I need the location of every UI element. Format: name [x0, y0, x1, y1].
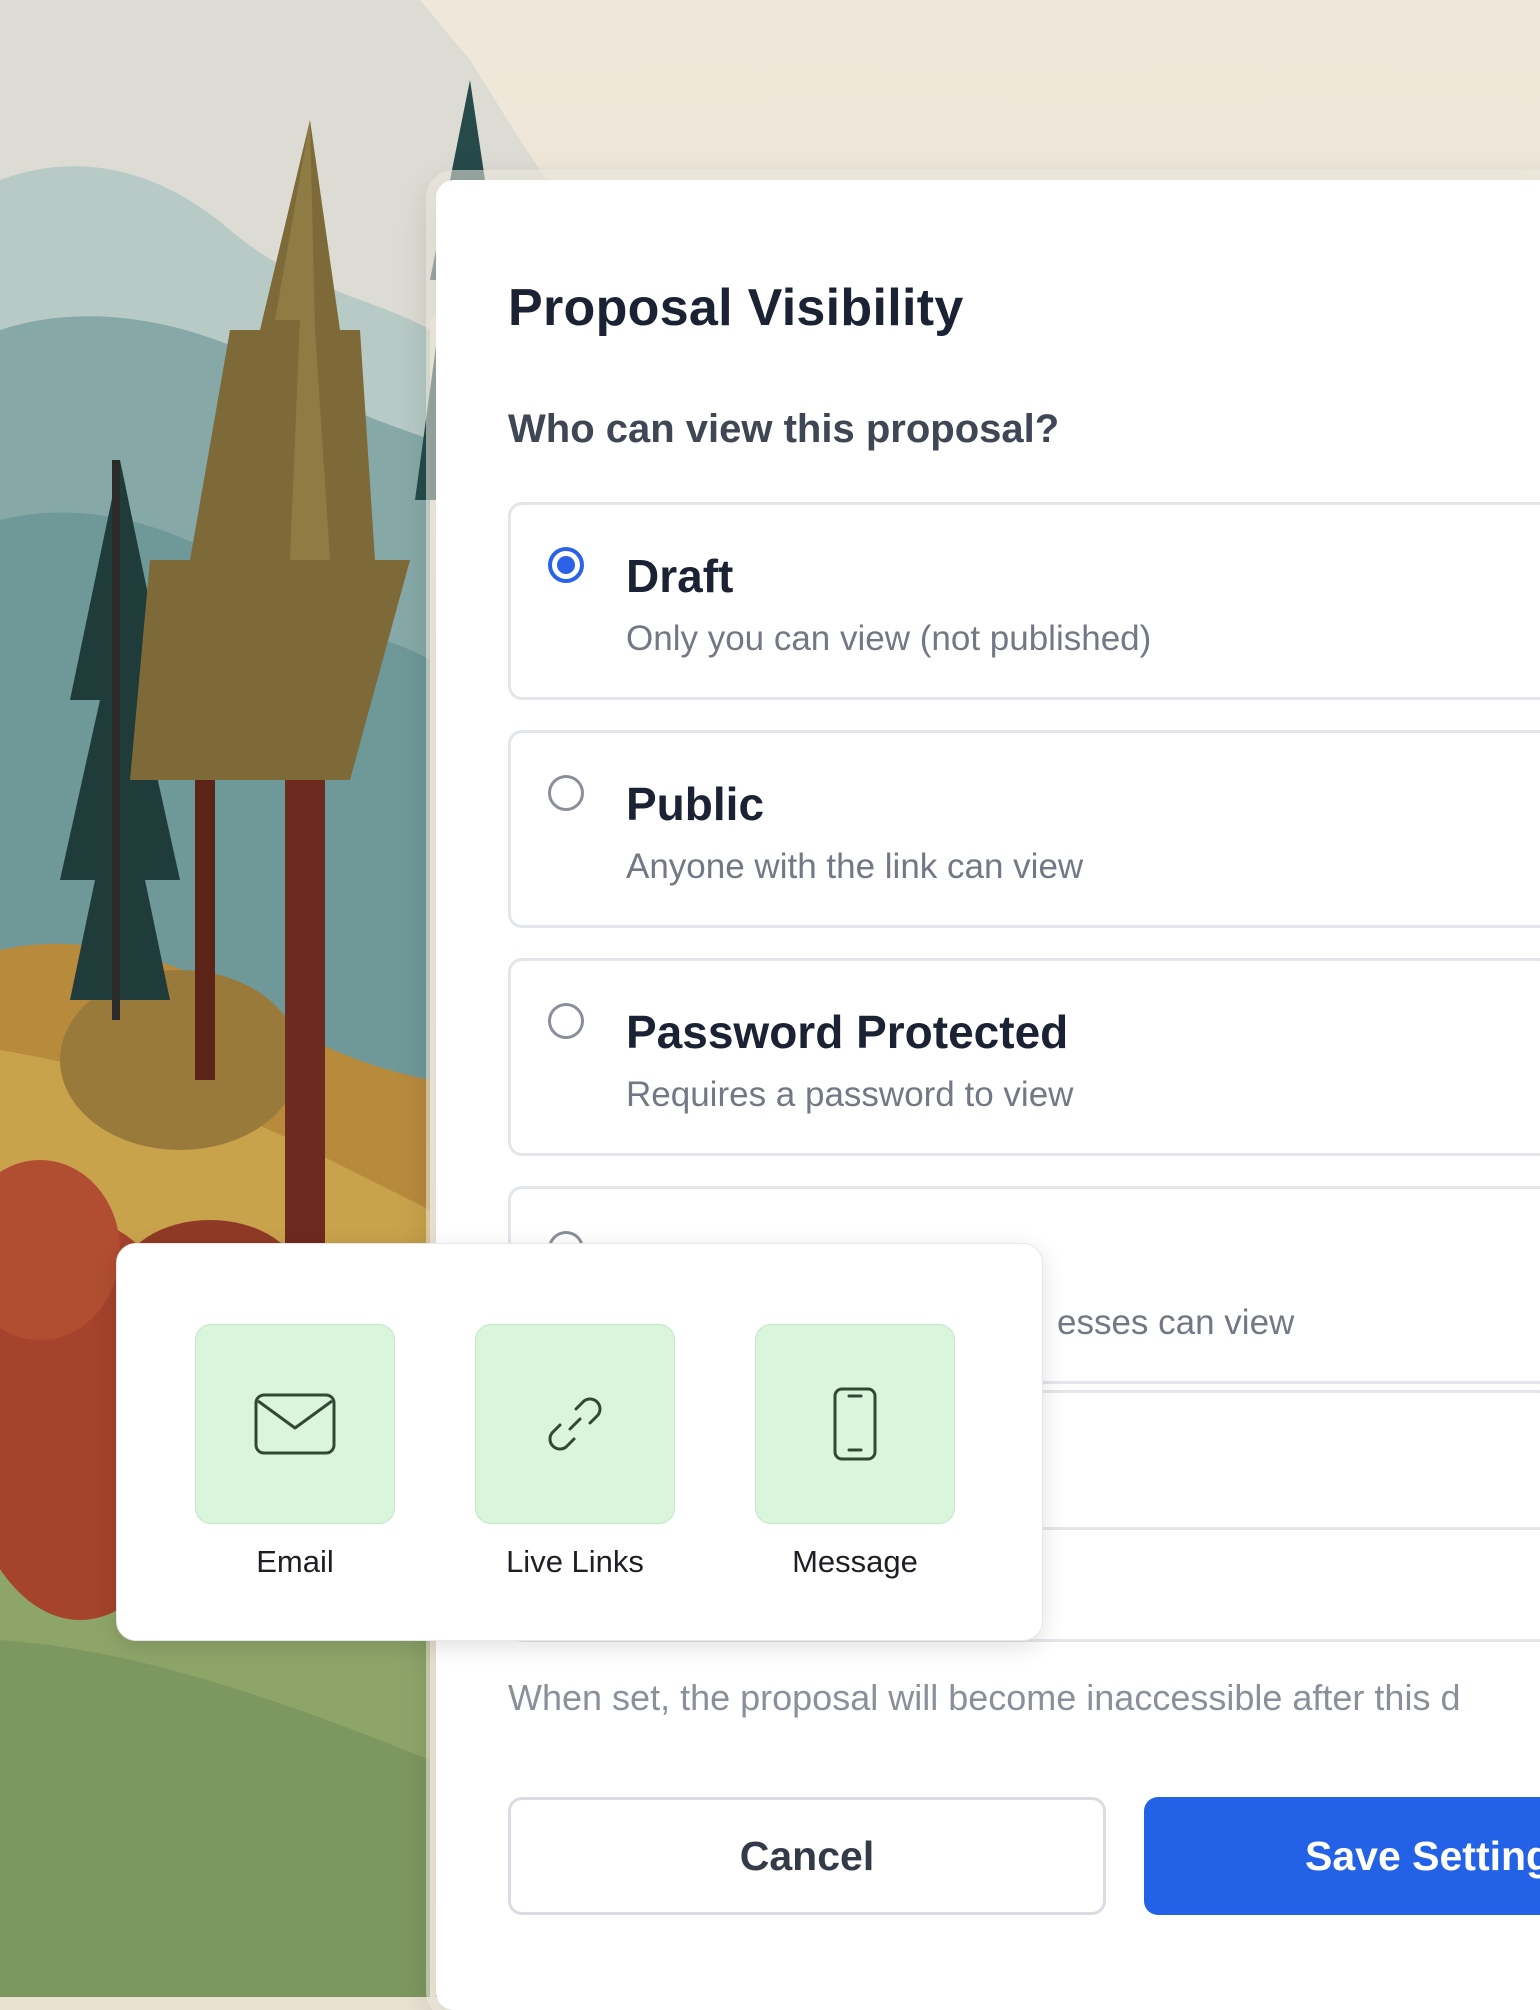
share-live-links-button[interactable]: Live Links: [475, 1324, 675, 1580]
cancel-button[interactable]: Cancel: [508, 1797, 1106, 1915]
option-title: Password Protected: [626, 1006, 1069, 1058]
visibility-question: Who can view this proposal?: [508, 407, 1060, 451]
visibility-modal: Proposal Visibility Who can view this pr…: [436, 180, 1540, 2010]
option-public[interactable]: Public Anyone with the link can view: [508, 730, 1540, 928]
option-title: Draft: [626, 550, 734, 602]
share-label: Message: [792, 1544, 918, 1579]
link-icon: [548, 1397, 602, 1451]
expiry-hint: When set, the proposal will become inacc…: [508, 1677, 1461, 1718]
share-popover: Email Live Links Message: [116, 1243, 1043, 1641]
radio-draft[interactable]: [548, 547, 584, 583]
share-message-button[interactable]: Message: [755, 1324, 955, 1580]
share-label: Live Links: [506, 1544, 644, 1579]
share-tile[interactable]: [755, 1324, 955, 1524]
share-email-button[interactable]: Email: [195, 1324, 395, 1580]
radio-password-protected[interactable]: [548, 1003, 584, 1039]
option-draft[interactable]: Draft Only you can view (not published): [508, 502, 1540, 700]
share-tile[interactable]: [475, 1324, 675, 1524]
option-description: Anyone with the link can view: [626, 847, 1084, 886]
option-password-protected[interactable]: Password Protected Requires a password t…: [508, 958, 1540, 1156]
share-tile[interactable]: [195, 1324, 395, 1524]
save-settings-button[interactable]: Save Setting: [1144, 1797, 1540, 1915]
modal-title: Proposal Visibility: [508, 279, 964, 337]
option-description: Only you can view (not published): [626, 619, 1152, 658]
option-title: Public: [626, 778, 765, 830]
phone-icon: [833, 1387, 877, 1461]
share-label: Email: [256, 1544, 334, 1579]
radio-public[interactable]: [548, 775, 584, 811]
envelope-icon: [254, 1393, 336, 1455]
option-description: Requires a password to view: [626, 1075, 1074, 1114]
